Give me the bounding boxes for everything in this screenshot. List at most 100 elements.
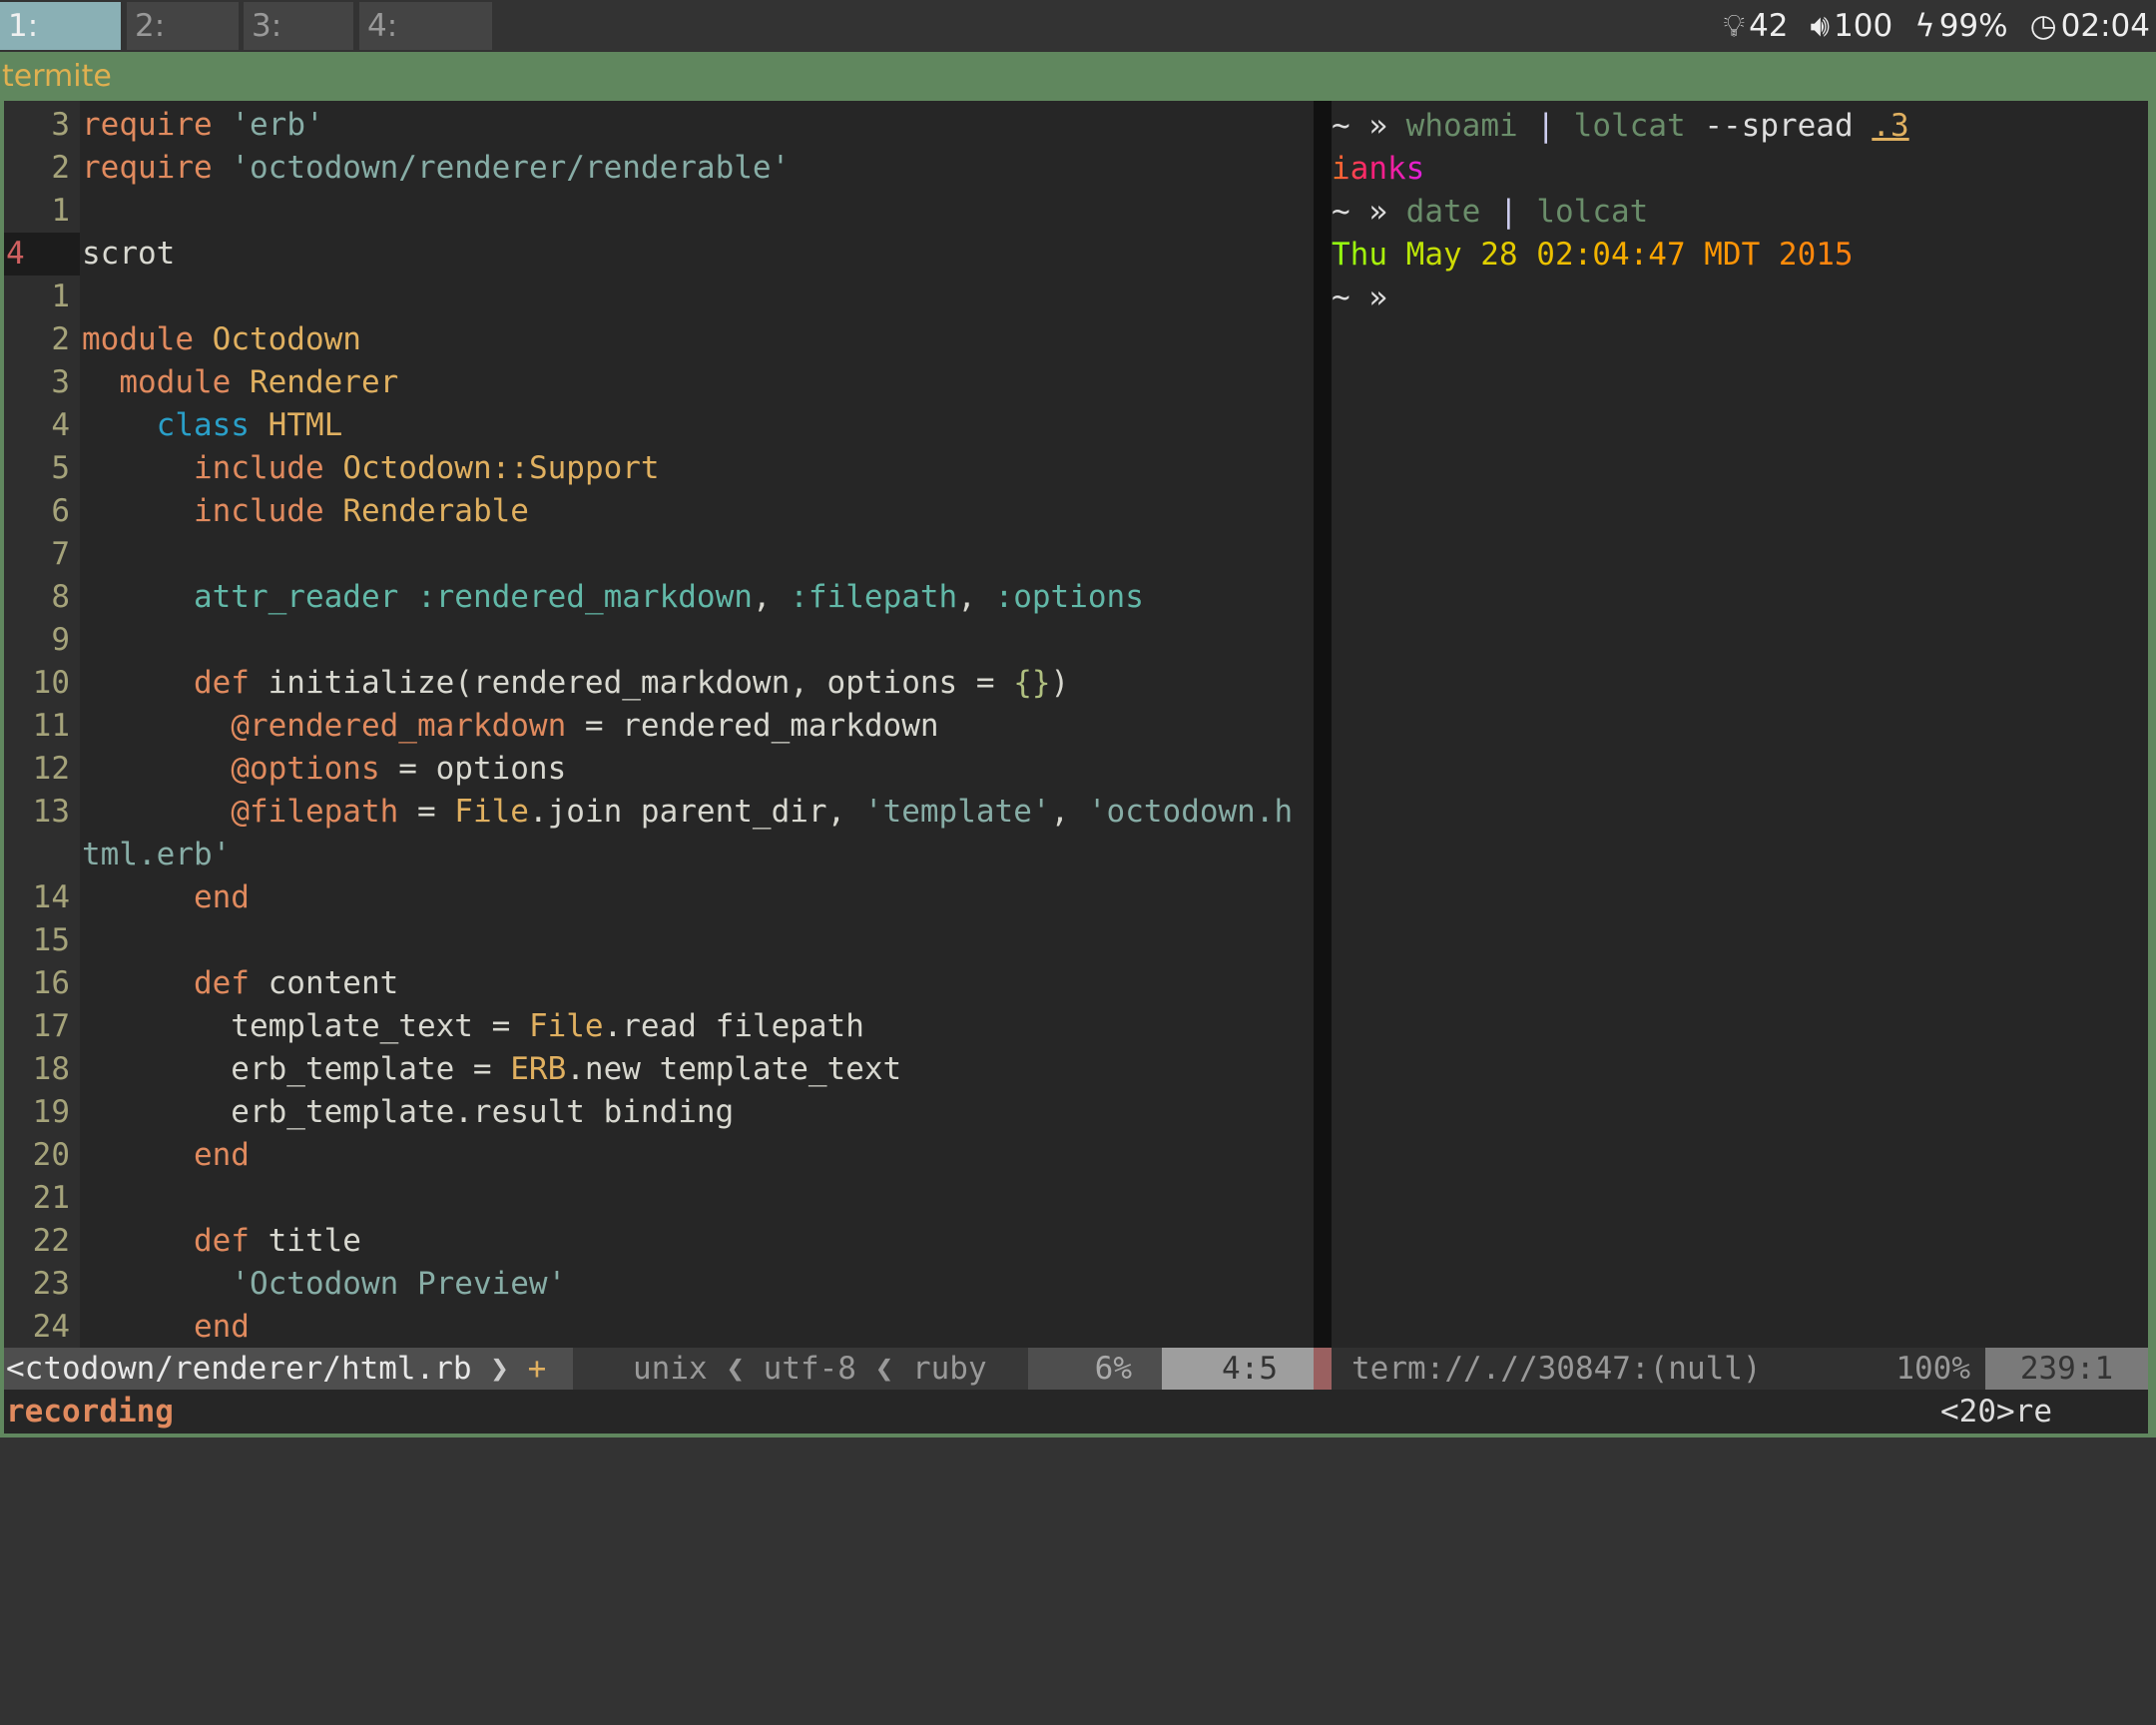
terminal-pane[interactable]: ~ » whoami | lolcat --spread .3 ianks ~ …: [1332, 101, 2148, 1348]
code-token: .join parent_dir,: [528, 794, 864, 830]
code-line[interactable]: 24 end: [4, 1306, 1314, 1348]
battery-indicator: ϟ 99%: [1914, 0, 2007, 52]
code-line[interactable]: 4 class HTML: [4, 404, 1314, 447]
code-token: tml.erb': [82, 837, 232, 872]
code-line[interactable]: 2 require 'octodown/renderer/renderable': [4, 147, 1314, 190]
line-number: 18: [32, 1051, 70, 1087]
code-text: end: [82, 1306, 250, 1348]
code-line[interactable]: 9: [4, 619, 1314, 662]
code-line[interactable]: 13 @filepath = File.join parent_dir, 'te…: [4, 791, 1314, 834]
brightness-indicator: 💡︎ 42: [1723, 0, 1788, 52]
code-token: module: [119, 364, 232, 400]
line-number: 23: [32, 1266, 70, 1302]
editor-pane[interactable]: 3 require 'erb' 2 require 'octodown/rendere…: [4, 101, 1314, 1348]
terminal-output: ianks: [1332, 148, 1424, 191]
code-token: @options: [231, 751, 380, 787]
code-line[interactable]: 6 include Renderable: [4, 490, 1314, 533]
terminal-line: ~ » whoami | lolcat --spread .3: [1332, 108, 1909, 144]
line-number: 11: [32, 708, 70, 744]
code-line[interactable]: 7: [4, 533, 1314, 576]
code-text: class HTML: [82, 404, 343, 447]
speaker-icon: 🔊︎: [1810, 8, 1831, 44]
status-line: <ctodown/renderer/html.rb ❯ + unix ❮ utf…: [4, 1348, 2148, 1390]
modified-flag: +: [527, 1351, 547, 1387]
file-info-segment: unix ❮ utf-8 ❮ ruby: [573, 1348, 1032, 1390]
clock-value: 02:04: [2060, 8, 2150, 44]
code-token: .read filepath: [603, 1008, 864, 1044]
code-line[interactable]: 1: [4, 190, 1314, 233]
code-token: ,: [1050, 794, 1088, 830]
code-token: Octodown::Support: [342, 450, 660, 486]
code-text: require 'octodown/renderer/renderable': [82, 147, 790, 190]
line-number: 24: [32, 1309, 70, 1345]
code-line[interactable]: 21: [4, 1177, 1314, 1220]
code-token: include: [193, 450, 324, 486]
code-token: module: [82, 321, 194, 357]
code-text: erb_template.result binding: [82, 1091, 734, 1134]
current-line[interactable]: 4 scrot: [4, 233, 1314, 276]
code-line[interactable]: tml.erb': [4, 834, 1314, 876]
code-token: Octodown: [212, 321, 361, 357]
code-token: = options: [379, 751, 567, 787]
workspace-3-tab[interactable]: 3: web: [244, 2, 353, 92]
code-line[interactable]: 20 end: [4, 1134, 1314, 1177]
split-divider[interactable]: [1314, 101, 1332, 1348]
code-token: 'erb': [231, 107, 324, 143]
code-line[interactable]: 8 attr_reader :rendered_markdown, :filep…: [4, 576, 1314, 619]
workspace-4-tab[interactable]: 4: music: [359, 2, 492, 92]
code-line[interactable]: 16 def content: [4, 962, 1314, 1005]
code-line[interactable]: 23 'Octodown Preview': [4, 1263, 1314, 1306]
code-token: initialize(rendered_markdown, options =: [249, 665, 1014, 701]
clock-icon: ◷: [2029, 8, 2057, 44]
code-text: tml.erb': [82, 834, 231, 876]
code-line[interactable]: 15: [4, 919, 1314, 962]
code-line[interactable]: 17 template_text = File.read filepath: [4, 1005, 1314, 1048]
code-token: 'template': [863, 794, 1051, 830]
line-number: 3: [51, 364, 70, 400]
brightness-value: 42: [1749, 8, 1789, 44]
code-token: ): [1050, 665, 1070, 701]
code-line[interactable]: 1: [4, 276, 1314, 318]
code-token: Renderer: [249, 364, 399, 400]
code-token: require: [82, 150, 213, 186]
code-line[interactable]: 3 module Renderer: [4, 361, 1314, 404]
code-text: include Octodown::Support: [82, 447, 660, 490]
line-number: 8: [51, 579, 70, 615]
battery-value: 99%: [1938, 8, 2008, 44]
code-line[interactable]: 14 end: [4, 876, 1314, 919]
line-number: 1: [51, 279, 70, 314]
code-line[interactable]: 5 include Octodown::Support: [4, 447, 1314, 490]
code-line[interactable]: 12 @options = options: [4, 748, 1314, 791]
workspace-1-tab[interactable]: 1: code: [0, 2, 121, 92]
workspace-2-tab[interactable]: 2: chat: [127, 2, 239, 92]
percent-segment: 6%: [1028, 1348, 1168, 1390]
code-text: include Renderable: [82, 490, 529, 533]
code-token: class: [156, 407, 250, 443]
code-token: erb_template.result binding: [82, 1094, 735, 1130]
position-segment: 4:5: [1162, 1348, 1314, 1390]
code-line[interactable]: 22 def title: [4, 1220, 1314, 1263]
code-line[interactable]: 11 @rendered_markdown = rendered_markdow…: [4, 705, 1314, 748]
code-token: def: [193, 665, 250, 701]
lightning-icon: ϟ: [1914, 8, 1935, 44]
code-line[interactable]: 2 module Octodown: [4, 318, 1314, 361]
code-token: title: [249, 1223, 361, 1259]
command-line[interactable]: recording <20>re: [4, 1390, 2148, 1434]
code-line[interactable]: 19 erb_template.result binding: [4, 1091, 1314, 1134]
code-line[interactable]: 18 erb_template = ERB.new template_text: [4, 1048, 1314, 1091]
code-line[interactable]: 3 require 'erb': [4, 104, 1314, 147]
code-token: :rendered_markdown: [416, 579, 753, 615]
code-line[interactable]: 10 def initialize(rendered_markdown, opt…: [4, 662, 1314, 705]
code-token: {}: [1013, 665, 1051, 701]
code-text: def content: [82, 962, 398, 1005]
line-number: 2: [51, 321, 70, 357]
